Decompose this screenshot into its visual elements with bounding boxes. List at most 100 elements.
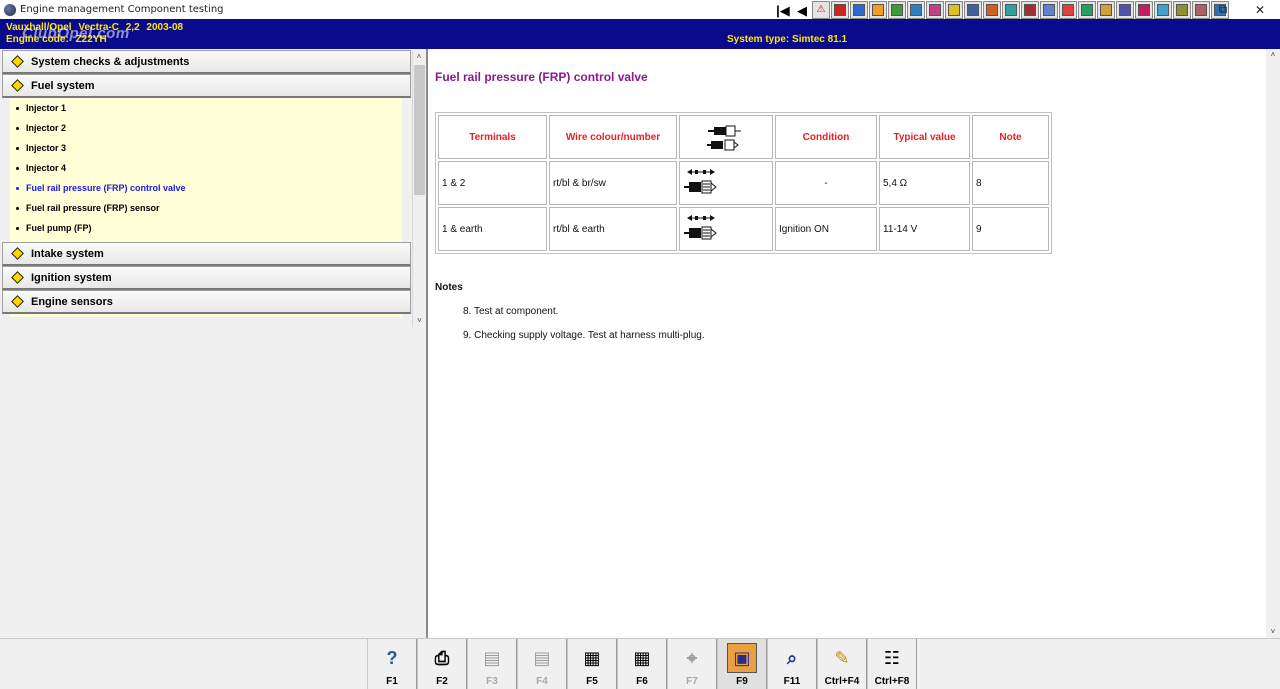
fkey-icon: ☷ [883, 647, 901, 668]
section-label: Intake system [31, 247, 104, 260]
section-fuel-system[interactable]: Fuel system [2, 74, 411, 98]
fkey-icon: ▣ [727, 643, 757, 673]
list-edge [10, 314, 402, 317]
list-item[interactable]: Injector 1 [10, 98, 402, 118]
header-connector-icon [679, 115, 773, 159]
fkey-icon: ⌖ [686, 647, 698, 668]
fkey-f9[interactable]: ▣ F9 [717, 639, 767, 689]
header-wire-colour: Wire colour/number [549, 115, 677, 159]
list-item[interactable]: Fuel rail pressure (FRP) control valve [10, 178, 402, 198]
content-scrollbar[interactable]: ˄ ˅ [1266, 49, 1280, 638]
tool-6[interactable] [907, 1, 925, 19]
scroll-up-icon[interactable]: ˄ [1266, 49, 1280, 61]
tool-17[interactable] [1116, 1, 1134, 19]
tool-icon [1119, 4, 1131, 16]
fkey-f1[interactable]: ? F1 [367, 639, 417, 689]
fkey-label: Ctrl+F4 [824, 676, 860, 687]
tool-18[interactable] [1135, 1, 1153, 19]
list-item[interactable]: Injector 2 [10, 118, 402, 138]
tool-15[interactable] [1078, 1, 1096, 19]
tool-21[interactable] [1192, 1, 1210, 19]
tool-11[interactable] [1002, 1, 1020, 19]
bullet-icon [16, 226, 19, 230]
tool-icon [986, 4, 998, 16]
tool-10[interactable] [983, 1, 1001, 19]
fkey-f5[interactable]: ▦ F5 [567, 639, 617, 689]
section-intake-system[interactable]: Intake system [2, 242, 411, 266]
prev-page-icon[interactable]: ◀ [793, 1, 811, 19]
content-panel: Fuel rail pressure (FRP) control valve T… [428, 49, 1266, 638]
fkey-label: F2 [436, 676, 448, 687]
bullet-icon [16, 106, 19, 110]
fkey-f11[interactable]: ⌕ F11 [767, 639, 817, 689]
tool-19[interactable] [1154, 1, 1172, 19]
window-title: Engine management Component testing [20, 4, 224, 15]
list-item-label: Injector 4 [26, 163, 67, 173]
tool-7[interactable] [926, 1, 944, 19]
warning-icon[interactable]: ⚠ [812, 1, 830, 19]
scroll-thumb[interactable] [414, 65, 425, 195]
list-item-label: Injector 3 [26, 143, 67, 153]
bullet-icon [16, 206, 19, 210]
connector-disconnected-icon [680, 121, 772, 153]
tool-16[interactable] [1097, 1, 1115, 19]
tool-9[interactable] [964, 1, 982, 19]
list-item-label: Injector 2 [26, 123, 67, 133]
list-item[interactable]: Injector 3 [10, 138, 402, 158]
watermark-logo: ClubOpel.com [22, 25, 130, 42]
section-label: Fuel system [31, 79, 95, 92]
tool-20[interactable] [1173, 1, 1191, 19]
list-item[interactable]: Fuel pump (FP) [10, 218, 402, 238]
fkey-label: F1 [386, 676, 398, 687]
tool-icon [1176, 4, 1188, 16]
cell-typical-value: 11-14 V [879, 207, 970, 251]
fkey-icon: ▦ [633, 647, 651, 668]
tool-icon [1043, 4, 1055, 16]
restore-icon[interactable]: ⧉ [1210, 0, 1236, 19]
tool-4[interactable] [869, 1, 887, 19]
tool-14[interactable] [1059, 1, 1077, 19]
fkey-f3[interactable]: ▤ F3 [467, 639, 517, 689]
scroll-down-icon[interactable]: ˅ [1266, 626, 1280, 638]
close-icon[interactable]: ✕ [1247, 0, 1273, 19]
note-item: 8. Test at component. [463, 306, 559, 317]
list-item-label: Injector 1 [26, 103, 67, 113]
fkey-icon: ? [386, 647, 398, 668]
fkey-f7[interactable]: ⌖ F7 [667, 639, 717, 689]
tool-icon [1062, 4, 1074, 16]
diamond-icon [11, 271, 24, 284]
tool-icon [872, 4, 884, 16]
fkey-icon: ✎ [834, 647, 850, 668]
test-values-table: Terminals Wire colour/number Condition T… [435, 112, 1052, 254]
sidebar-scrollbar[interactable]: ˄ ˅ [412, 51, 425, 327]
scroll-up-icon[interactable]: ˄ [413, 51, 425, 63]
tool-2[interactable] [831, 1, 849, 19]
cell-wire-colour: rt/bl & br/sw [549, 161, 677, 205]
scroll-down-icon[interactable]: ˅ [413, 315, 426, 327]
diamond-icon [11, 55, 24, 68]
bullet-icon [16, 166, 19, 170]
tool-13[interactable] [1040, 1, 1058, 19]
section-engine-sensors[interactable]: Engine sensors [2, 290, 411, 314]
fkey-label: F6 [636, 676, 648, 687]
connector-test-icon [683, 166, 772, 201]
section-system-checks[interactable]: System checks & adjustments [2, 50, 411, 74]
tool-12[interactable] [1021, 1, 1039, 19]
tool-8[interactable] [945, 1, 963, 19]
vehicle-years: 2003-08 [146, 22, 184, 33]
tool-5[interactable] [888, 1, 906, 19]
fkey-label: F5 [586, 676, 598, 687]
section-label: Engine sensors [31, 295, 113, 308]
first-page-icon[interactable]: |◀ [774, 1, 792, 19]
fkey-ctrl-f8[interactable]: ☷ Ctrl+F8 [867, 639, 917, 689]
list-item-label: Fuel rail pressure (FRP) sensor [26, 203, 160, 213]
fkey-f6[interactable]: ▦ F6 [617, 639, 667, 689]
list-item[interactable]: Fuel rail pressure (FRP) sensor [10, 198, 402, 218]
fkey-ctrl-f4[interactable]: ✎ Ctrl+F4 [817, 639, 867, 689]
fkey-f4[interactable]: ▤ F4 [517, 639, 567, 689]
cell-wire-colour: rt/bl & earth [549, 207, 677, 251]
fkey-f2[interactable]: ⎙ F2 [417, 639, 467, 689]
section-ignition-system[interactable]: Ignition system [2, 266, 411, 290]
tool-3[interactable] [850, 1, 868, 19]
list-item[interactable]: Injector 4 [10, 158, 402, 178]
